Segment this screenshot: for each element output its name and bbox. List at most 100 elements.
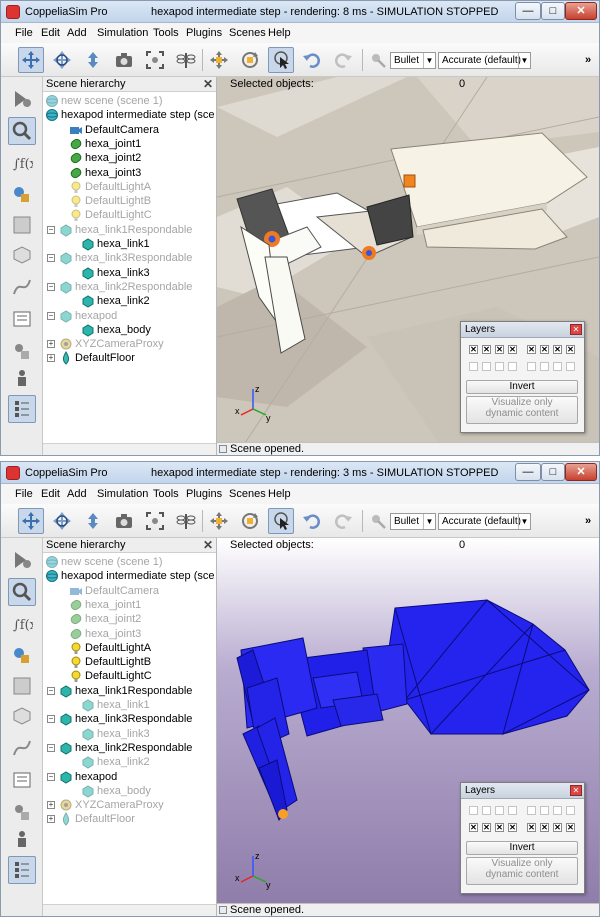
layer-checkbox[interactable] <box>508 362 517 371</box>
toolbar-overflow-button[interactable]: » <box>585 515 591 527</box>
physics-engine-select[interactable]: Bullet ▼ <box>390 52 436 69</box>
object-rotate-icon[interactable] <box>237 47 263 73</box>
dragonfly-icon[interactable] <box>173 508 199 534</box>
layer-checkbox[interactable]: ✕ <box>495 823 504 832</box>
tree-item[interactable]: hexa_link1Respondable <box>59 223 228 237</box>
scene-hierarchy-icon[interactable] <box>8 826 36 854</box>
close-icon[interactable]: ✕ <box>570 324 582 335</box>
layer-checkbox[interactable] <box>566 362 575 371</box>
path-edit-icon[interactable] <box>8 734 36 762</box>
collapse-icon[interactable]: − <box>47 225 55 234</box>
tree-item[interactable]: hexa_joint2 <box>69 151 214 165</box>
visualize-dynamic-button[interactable]: Visualize only dynamic content <box>466 857 578 885</box>
tree-item[interactable]: hexa_link3Respondable <box>59 251 228 265</box>
layer-checkbox[interactable]: ✕ <box>527 345 536 354</box>
camera-pan-icon[interactable] <box>18 47 44 73</box>
scene-viewport[interactable]: Selected objects: 0 z x y Layers ✕ ✕ ✕ ✕ ✕ ✕… <box>217 538 599 916</box>
tree-item[interactable]: hexapod intermediate step (scene <box>45 108 214 122</box>
layer-checkbox[interactable]: ✕ <box>469 345 478 354</box>
close-hierarchy-button[interactable]: ✕ <box>203 538 213 552</box>
tree-item[interactable]: DefaultLightA <box>69 641 214 655</box>
layer-checkbox[interactable]: ✕ <box>553 345 562 354</box>
tree-item[interactable]: XYZCameraProxy <box>59 798 228 812</box>
layers-icon[interactable] <box>8 395 36 423</box>
layer-checkbox[interactable] <box>527 362 536 371</box>
calculation-module-icon[interactable]: ∫f(x) <box>8 610 36 638</box>
invert-layers-button[interactable]: Invert <box>466 380 578 394</box>
camera-rotate-icon[interactable] <box>49 508 75 534</box>
camera-shift-icon[interactable] <box>80 47 106 73</box>
layer-checkbox[interactable]: ✕ <box>482 823 491 832</box>
layer-checkbox[interactable]: ✕ <box>566 823 575 832</box>
collections-icon[interactable] <box>8 181 36 209</box>
close-hierarchy-button[interactable]: ✕ <box>203 77 213 91</box>
layer-checkbox[interactable]: ✕ <box>540 345 549 354</box>
collapse-icon[interactable]: − <box>47 715 55 724</box>
layer-checkbox[interactable] <box>540 806 549 815</box>
layer-checkbox[interactable] <box>508 806 517 815</box>
selection-icon[interactable] <box>8 305 36 333</box>
maximize-button[interactable]: □ <box>541 2 565 20</box>
minimize-button[interactable]: — <box>515 2 541 20</box>
menu-help[interactable]: Help <box>268 27 291 39</box>
layer-checkbox[interactable] <box>566 806 575 815</box>
layer-checkbox[interactable]: ✕ <box>469 823 478 832</box>
scene-viewport[interactable]: Selected objects: 0 z x y Layers ✕ ✕ ✕ ✕ ✕ ✕… <box>217 77 599 455</box>
status-toggle-icon[interactable] <box>219 445 227 453</box>
dynamics-settings-icon[interactable] <box>365 47 391 73</box>
scripts-icon[interactable] <box>8 211 36 239</box>
layer-checkbox[interactable]: ✕ <box>495 345 504 354</box>
collapse-icon[interactable]: − <box>47 743 55 752</box>
tree-item[interactable]: hexa_link2 <box>81 755 214 769</box>
layer-checkbox[interactable] <box>469 806 478 815</box>
invert-layers-button[interactable]: Invert <box>466 841 578 855</box>
tree-item[interactable]: hexa_link2Respondable <box>59 280 228 294</box>
close-icon[interactable]: ✕ <box>570 785 582 796</box>
menu-edit[interactable]: Edit <box>41 488 60 500</box>
tree-item[interactable]: hexa_link3Respondable <box>59 712 228 726</box>
tree-item[interactable]: hexa_joint3 <box>69 627 214 641</box>
visualize-dynamic-button[interactable]: Visualize only dynamic content <box>466 396 578 424</box>
menu-add[interactable]: Add <box>67 27 87 39</box>
layer-checkbox[interactable]: ✕ <box>540 823 549 832</box>
layer-checkbox[interactable]: ✕ <box>553 823 562 832</box>
tree-item[interactable]: DefaultLightB <box>69 194 214 208</box>
shapes-edit-icon[interactable] <box>8 702 36 730</box>
layer-checkbox[interactable] <box>527 806 536 815</box>
layer-checkbox[interactable]: ✕ <box>482 345 491 354</box>
accuracy-select[interactable]: Accurate (default) ▼ <box>438 513 531 530</box>
object-shift-icon[interactable] <box>206 47 232 73</box>
close-window-button[interactable]: ✕ <box>565 2 597 20</box>
expand-icon[interactable]: + <box>47 354 55 363</box>
menu-file[interactable]: File <box>15 27 33 39</box>
collapse-icon[interactable]: − <box>47 686 55 695</box>
menu-plugins[interactable]: Plugins <box>186 27 222 39</box>
object-shift-icon[interactable] <box>206 508 232 534</box>
tree-item[interactable]: new scene (scene 1) <box>45 94 214 108</box>
menu-plugins[interactable]: Plugins <box>186 488 222 500</box>
layer-checkbox[interactable]: ✕ <box>566 345 575 354</box>
collections-icon[interactable] <box>8 642 36 670</box>
close-window-button[interactable]: ✕ <box>565 463 597 481</box>
maximize-button[interactable]: □ <box>541 463 565 481</box>
tree-item[interactable]: DefaultLightC <box>69 208 214 222</box>
tree-item[interactable]: new scene (scene 1) <box>45 555 214 569</box>
expand-icon[interactable]: + <box>47 340 55 349</box>
tree-item[interactable]: hexapod <box>59 309 228 323</box>
tree-item[interactable]: hexapod intermediate step (scene <box>45 569 214 583</box>
shapes-edit-icon[interactable] <box>8 241 36 269</box>
menu-add[interactable]: Add <box>67 488 87 500</box>
camera-pan-icon[interactable] <box>18 508 44 534</box>
tree-item[interactable]: hexa_link2Respondable <box>59 741 228 755</box>
menu-tools[interactable]: Tools <box>153 27 179 39</box>
menu-tools[interactable]: Tools <box>153 488 179 500</box>
toolbar-overflow-button[interactable]: » <box>585 54 591 66</box>
object-rotate-icon[interactable] <box>237 508 263 534</box>
scripts-icon[interactable] <box>8 672 36 700</box>
horizontal-scrollbar[interactable] <box>43 904 216 916</box>
tree-item[interactable]: hexa_link1 <box>81 698 214 712</box>
tree-item[interactable]: hexa_joint1 <box>69 137 214 151</box>
tree-item[interactable]: DefaultLightC <box>69 669 214 683</box>
accuracy-select[interactable]: Accurate (default) ▼ <box>438 52 531 69</box>
menu-scenes[interactable]: Scenes <box>229 488 266 500</box>
